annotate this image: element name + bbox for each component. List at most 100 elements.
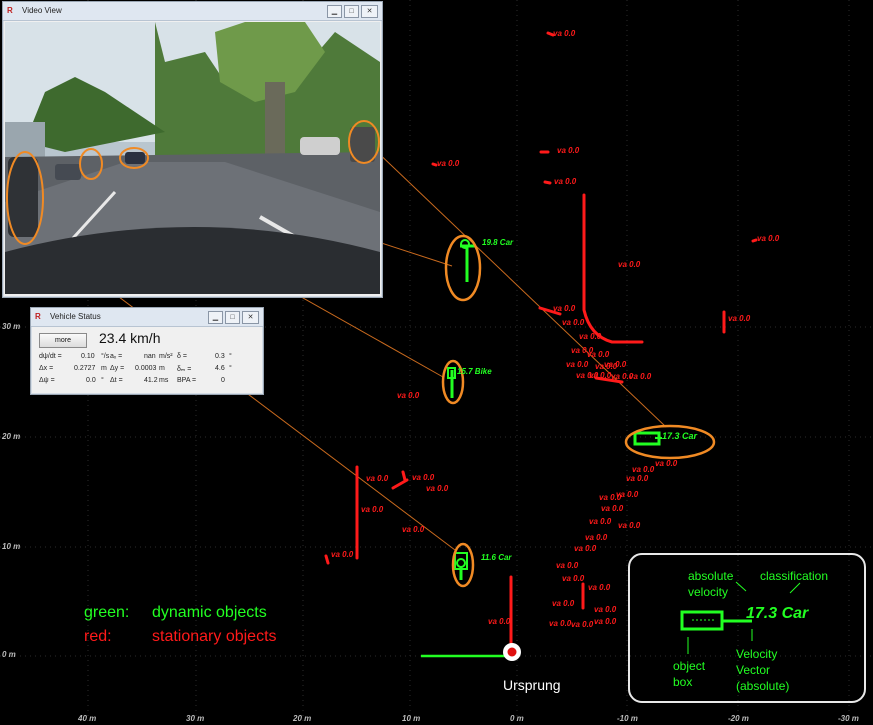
row1-b-label: aₓ = bbox=[110, 353, 123, 360]
maximize-button[interactable]: □ bbox=[225, 311, 240, 324]
video-view-titlebar[interactable]: R Video View ▁ □ ✕ bbox=[3, 2, 382, 21]
vehicle-speed: 23.4 km/h bbox=[99, 330, 161, 346]
annotation-object-box: object bbox=[673, 659, 706, 673]
stationary-object-label: va 0.0 bbox=[585, 533, 608, 542]
stationary-object-label: va 0.0 bbox=[361, 505, 384, 514]
stationary-object-label: va 0.0 bbox=[553, 304, 576, 313]
row3-b-unit: ms bbox=[159, 377, 169, 384]
row1-b-unit: m/s² bbox=[159, 353, 173, 360]
row1-c-value: 0.3 bbox=[215, 353, 225, 360]
stationary-labels: va 0.0va 0.0va 0.0va 0.0va 0.0va 0.0va 0… bbox=[331, 29, 780, 629]
annotation-sample-label: 17.3 Car bbox=[746, 605, 809, 622]
stationary-object-label: va 0.0 bbox=[553, 29, 576, 38]
axis-x-tick: 20 m bbox=[293, 714, 312, 723]
annotation-absolute-velocity: velocity bbox=[688, 585, 729, 599]
r-logo-icon: R bbox=[7, 6, 13, 15]
row3-a-unit: ° bbox=[101, 377, 104, 384]
row3-a-label: Δψ = bbox=[39, 377, 55, 384]
dynamic-object-label: 19.8 Car bbox=[482, 238, 514, 247]
stationary-object-label: va 0.0 bbox=[757, 234, 780, 243]
stationary-object-label: va 0.0 bbox=[618, 260, 641, 269]
video-view-window[interactable]: R Video View ▁ □ ✕ bbox=[2, 1, 383, 298]
stationary-object-label: va 0.0 bbox=[566, 360, 589, 369]
stationary-object-label: va 0.0 bbox=[589, 371, 612, 380]
stationary-object-label: va 0.0 bbox=[588, 583, 611, 592]
stationary-object-label: va 0.0 bbox=[579, 332, 602, 341]
window-title: Video View bbox=[22, 6, 62, 15]
camera-image bbox=[5, 22, 380, 294]
annotation-velocity-vector: Velocity bbox=[736, 647, 778, 661]
axis-y-tick: 20 m bbox=[2, 432, 21, 441]
legend-green-key: green: bbox=[84, 604, 130, 621]
stationary-object-label: va 0.0 bbox=[397, 391, 420, 400]
annotation-box: 17.3 Car absolute velocity classificatio… bbox=[628, 553, 866, 703]
axis-x-tick: 0 m bbox=[510, 714, 524, 723]
stationary-object-label: va 0.0 bbox=[562, 574, 585, 583]
close-button[interactable]: ✕ bbox=[242, 311, 259, 324]
legend-red-text: stationary objects bbox=[152, 628, 277, 645]
minimize-button[interactable]: ▁ bbox=[327, 5, 342, 18]
row2-b-value: 0.0003 bbox=[135, 365, 157, 372]
stationary-object-label: va 0.0 bbox=[571, 620, 594, 629]
dynamic-object-label: 17.3 Car bbox=[662, 431, 698, 441]
vehicle-status-titlebar[interactable]: R Vehicle Status ▁ □ ✕ bbox=[31, 308, 263, 327]
row2-c-unit: ° bbox=[229, 365, 232, 372]
maximize-button[interactable]: □ bbox=[344, 5, 359, 18]
stationary-object-label: va 0.0 bbox=[488, 617, 511, 626]
row1-b-value: nan bbox=[144, 353, 156, 360]
axis-x-tick: 30 m bbox=[186, 714, 205, 723]
stationary-object-label: va 0.0 bbox=[616, 490, 639, 499]
stationary-object-label: va 0.0 bbox=[402, 525, 425, 534]
axis-x-tick: -20 m bbox=[728, 714, 749, 723]
object-markers bbox=[441, 234, 716, 588]
axis-y-tick: 30 m bbox=[2, 322, 21, 331]
stationary-object-label: va 0.0 bbox=[549, 619, 572, 628]
row3-c-value: 0 bbox=[221, 377, 225, 384]
row1-a-label: dψ/dt = bbox=[39, 353, 62, 360]
row3-a-value: 0.0 bbox=[86, 377, 96, 384]
row2-a-value: 0.2727 bbox=[74, 365, 96, 372]
row2-a-label: Δx = bbox=[39, 365, 54, 372]
row1-a-value: 0.10 bbox=[81, 353, 95, 360]
stationary-object-label: va 0.0 bbox=[594, 617, 617, 626]
stationary-object-label: va 0.0 bbox=[562, 318, 585, 327]
stationary-object-label: va 0.0 bbox=[556, 561, 579, 570]
row1-c-unit: ° bbox=[229, 353, 232, 360]
row2-b-unit: m bbox=[159, 365, 165, 372]
close-button[interactable]: ✕ bbox=[361, 5, 378, 18]
row2-b-label: Δy = bbox=[110, 365, 125, 372]
stationary-object-label: va 0.0 bbox=[728, 314, 751, 323]
minimize-button[interactable]: ▁ bbox=[208, 311, 223, 324]
stationary-object-label: va 0.0 bbox=[426, 484, 449, 493]
axis-y-tick: 10 m bbox=[2, 542, 21, 551]
axis-x-tick: -10 m bbox=[617, 714, 638, 723]
origin-label: Ursprung bbox=[503, 677, 561, 693]
r-logo-icon: R bbox=[35, 312, 41, 321]
dynamic-object-label: 15.7 Bike bbox=[457, 367, 492, 376]
row1-c-label: δ = bbox=[177, 353, 187, 360]
stationary-object-label: va 0.0 bbox=[626, 474, 649, 483]
row2-c-value: 4.6 bbox=[215, 365, 225, 372]
stationary-object-label: va 0.0 bbox=[552, 599, 575, 608]
axis-y-tick: 0 m bbox=[2, 650, 16, 659]
stationary-object-label: va 0.0 bbox=[629, 372, 652, 381]
more-button[interactable]: more bbox=[39, 333, 87, 348]
annotation-velocity-vector: Vector bbox=[736, 663, 771, 677]
stationary-object-label: va 0.0 bbox=[618, 521, 641, 530]
axis-x-tick: 40 m bbox=[78, 714, 97, 723]
stationary-object-label: va 0.0 bbox=[587, 350, 610, 359]
row3-b-value: 41.2 bbox=[144, 377, 158, 384]
legend-green-text: dynamic objects bbox=[152, 604, 267, 621]
axis-x-tick: 10 m bbox=[402, 714, 421, 723]
row2-c-label: δₘ = bbox=[177, 366, 192, 373]
annotation-object-box: box bbox=[673, 675, 693, 689]
stationary-object-label: va 0.0 bbox=[557, 146, 580, 155]
vehicle-status-window[interactable]: R Vehicle Status ▁ □ ✕ more 23.4 km/h dψ… bbox=[30, 307, 264, 395]
legend-red-key: red: bbox=[84, 628, 112, 645]
annotation-absolute-velocity: absolute bbox=[688, 569, 734, 583]
stationary-object-label: va 0.0 bbox=[412, 473, 435, 482]
row3-c-label: BPA = bbox=[177, 377, 197, 384]
stationary-object-label: va 0.0 bbox=[366, 474, 389, 483]
stationary-object-label: va 0.0 bbox=[632, 465, 655, 474]
stationary-object-label: va 0.0 bbox=[589, 517, 612, 526]
